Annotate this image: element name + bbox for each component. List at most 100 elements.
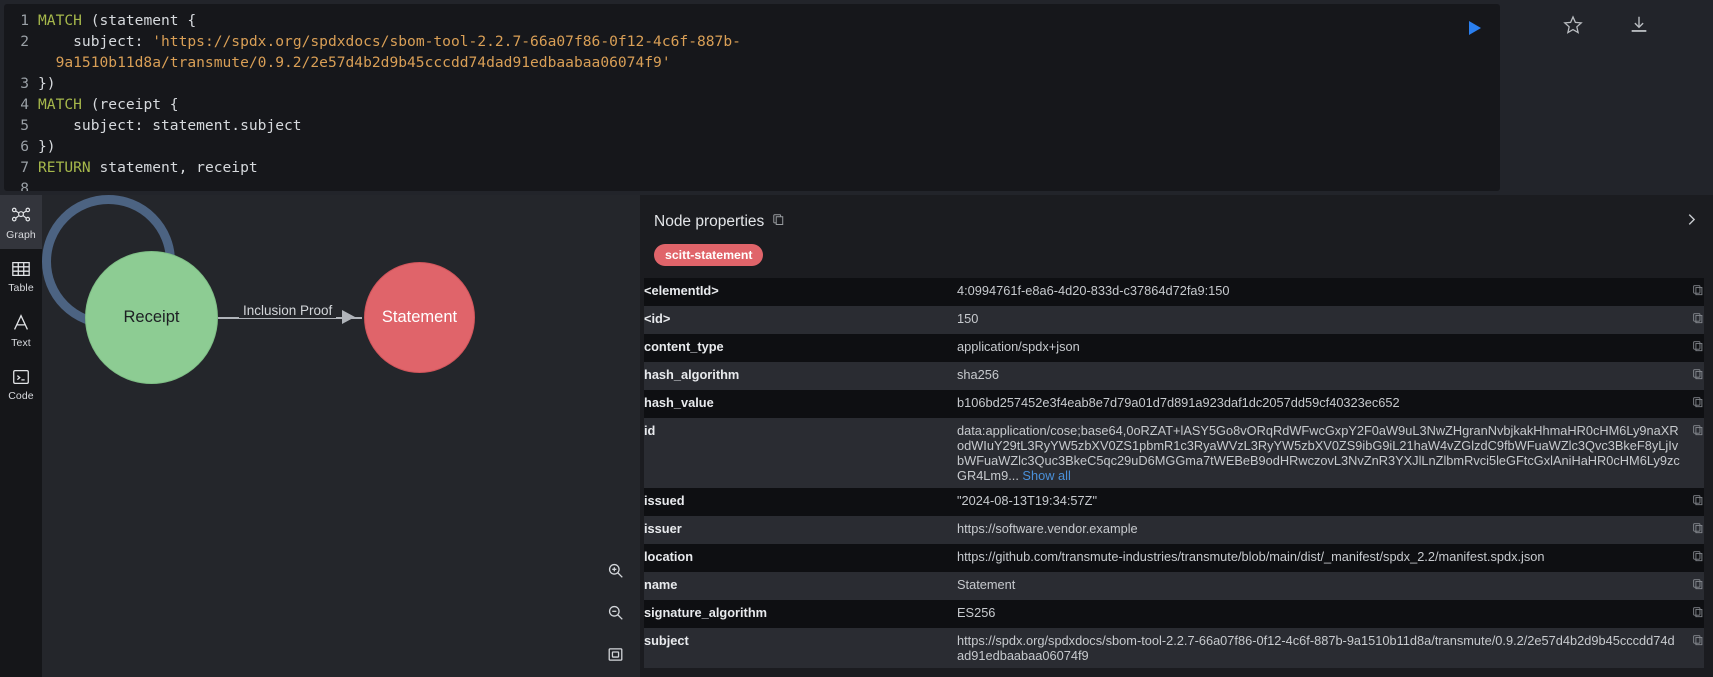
- property-key: id: [644, 423, 656, 438]
- results-body: Graph Table Text Code Inclusion Proof Re…: [0, 195, 1713, 677]
- copy-property-button[interactable]: [1680, 390, 1704, 418]
- table-row[interactable]: signature_algorithm ES256: [644, 600, 1704, 628]
- line-text: RETURN statement, receipt: [38, 159, 258, 176]
- property-key: issuer: [644, 521, 682, 536]
- copy-property-button[interactable]: [1680, 488, 1704, 516]
- copy-icon[interactable]: [1692, 423, 1704, 441]
- line-number: 7: [20, 159, 29, 176]
- line-number: 8: [20, 180, 29, 191]
- fit-to-screen-icon[interactable]: [602, 641, 628, 667]
- collapse-panel-button[interactable]: [1681, 209, 1701, 229]
- table-row[interactable]: hash_value b106bd257452e3f4eab8e7d79a01d7…: [644, 390, 1704, 418]
- graph-zoom-controls: [602, 557, 628, 667]
- code-line: 8: [4, 178, 1500, 191]
- line-text: 9a1510b11d8a/transmute/0.9.2/2e57d4b2d9b…: [38, 54, 671, 71]
- table-icon: [12, 261, 30, 276]
- sidebar-item-text[interactable]: Text: [0, 303, 42, 357]
- table-row[interactable]: issuer https://software.vendor.example: [644, 516, 1704, 544]
- query-editor-bar: 1 MATCH (statement { 2 subject: 'https://s…: [0, 0, 1713, 195]
- zoom-out-icon[interactable]: [602, 599, 628, 625]
- table-row[interactable]: hash_algorithm sha256: [644, 362, 1704, 390]
- star-icon[interactable]: [1562, 14, 1584, 36]
- code-line: 6}): [4, 136, 1500, 157]
- text-icon: [14, 313, 28, 330]
- copy-property-button[interactable]: [1680, 628, 1704, 668]
- copy-property-button[interactable]: [1680, 600, 1704, 628]
- graph-node-statement[interactable]: Statement: [364, 262, 475, 373]
- graph-canvas[interactable]: Inclusion Proof Receipt Statement: [42, 195, 640, 677]
- copy-property-button[interactable]: [1680, 418, 1704, 488]
- code-icon: [13, 369, 29, 384]
- query-editor[interactable]: 1 MATCH (statement { 2 subject: 'https://s…: [4, 4, 1500, 191]
- graph-node-label: Statement: [381, 308, 458, 326]
- property-value: sha256: [957, 367, 999, 382]
- graph-node-receipt[interactable]: Receipt: [85, 251, 218, 384]
- property-value: data:application/cose;base64,0oRZAT+lASY…: [957, 423, 1680, 483]
- table-row[interactable]: id data:application/cose;base64,0oRZAT+lA…: [644, 418, 1704, 488]
- panel-header: Node properties: [640, 195, 1713, 231]
- property-key: hash_value: [644, 395, 714, 410]
- property-key: hash_algorithm: [644, 367, 740, 382]
- property-value: application/spdx+json: [957, 339, 1080, 354]
- play-icon: [1469, 21, 1481, 35]
- property-key: name: [644, 577, 678, 592]
- property-key: signature_algorithm: [644, 605, 768, 620]
- line-text: subject: 'https://spdx.org/spdxdocs/sbom…: [38, 33, 741, 50]
- code-line: 3}): [4, 73, 1500, 94]
- line-text: }): [38, 75, 56, 92]
- copy-property-button[interactable]: [1680, 572, 1704, 600]
- download-icon[interactable]: [1628, 14, 1650, 36]
- table-row[interactable]: issued "2024-08-13T19:34:57Z": [644, 488, 1704, 516]
- copy-property-button[interactable]: [1680, 516, 1704, 544]
- table-row[interactable]: <elementId> 4:0994761f-e8a6-4d20-833d-c37…: [644, 278, 1704, 306]
- copy-icon[interactable]: [772, 213, 785, 231]
- property-value: https://github.com/transmute-industries/…: [957, 549, 1545, 564]
- copy-icon[interactable]: [1692, 311, 1704, 329]
- run-query-button[interactable]: [1462, 16, 1486, 40]
- panel-title: Node properties: [654, 213, 765, 230]
- copy-icon[interactable]: [1692, 577, 1704, 595]
- copy-property-button[interactable]: [1680, 544, 1704, 572]
- table-row[interactable]: <id> 150: [644, 306, 1704, 334]
- table-row[interactable]: content_type application/spdx+json: [644, 334, 1704, 362]
- copy-icon[interactable]: [1692, 367, 1704, 385]
- table-row[interactable]: subject https://spdx.org/spdxdocs/sbom-to…: [644, 628, 1704, 668]
- zoom-in-icon[interactable]: [602, 557, 628, 583]
- property-key: issued: [644, 493, 685, 508]
- editor-actions: [1500, 0, 1713, 187]
- property-key: subject: [644, 633, 689, 648]
- show-all-link[interactable]: Show all: [1019, 468, 1070, 483]
- property-key: location: [644, 549, 694, 564]
- copy-icon[interactable]: [1692, 605, 1704, 623]
- sidebar-item-code[interactable]: Code: [0, 357, 42, 411]
- cypher-query-code[interactable]: 1 MATCH (statement { 2 subject: 'https://s…: [4, 4, 1500, 191]
- copy-icon[interactable]: [1692, 549, 1704, 567]
- property-value: 4:0994761f-e8a6-4d20-833d-c37864d72fa9:1…: [957, 283, 1230, 298]
- copy-property-button[interactable]: [1680, 278, 1704, 306]
- copy-icon[interactable]: [1692, 521, 1704, 539]
- property-value: https://software.vendor.example: [957, 521, 1138, 536]
- line-number: 4: [20, 96, 29, 113]
- copy-icon[interactable]: [1692, 283, 1704, 301]
- line-text: }): [38, 138, 56, 155]
- copy-property-button[interactable]: [1680, 334, 1704, 362]
- copy-icon[interactable]: [1692, 339, 1704, 357]
- sidebar-item-graph[interactable]: Graph: [0, 195, 42, 249]
- copy-icon[interactable]: [1692, 493, 1704, 511]
- copy-property-button[interactable]: [1680, 306, 1704, 334]
- copy-icon[interactable]: [1692, 633, 1704, 651]
- status-badge[interactable]: scitt-statement: [654, 244, 764, 266]
- copy-icon[interactable]: [1692, 395, 1704, 413]
- line-number: 2: [20, 33, 29, 50]
- view-mode-sidebar: Graph Table Text Code: [0, 195, 42, 677]
- sidebar-item-label: Graph: [6, 228, 36, 241]
- query-result-app: 1 MATCH (statement { 2 subject: 'https://s…: [0, 0, 1713, 677]
- code-line: 1 MATCH (statement {: [4, 10, 1500, 31]
- sidebar-item-table[interactable]: Table: [0, 249, 42, 303]
- graph-icon: [11, 207, 31, 221]
- relationship-label[interactable]: Inclusion Proof: [239, 303, 337, 318]
- code-line: 4 MATCH (receipt {: [4, 94, 1500, 115]
- table-row[interactable]: location https://github.com/transmute-ind…: [644, 544, 1704, 572]
- table-row[interactable]: name Statement: [644, 572, 1704, 600]
- copy-property-button[interactable]: [1680, 362, 1704, 390]
